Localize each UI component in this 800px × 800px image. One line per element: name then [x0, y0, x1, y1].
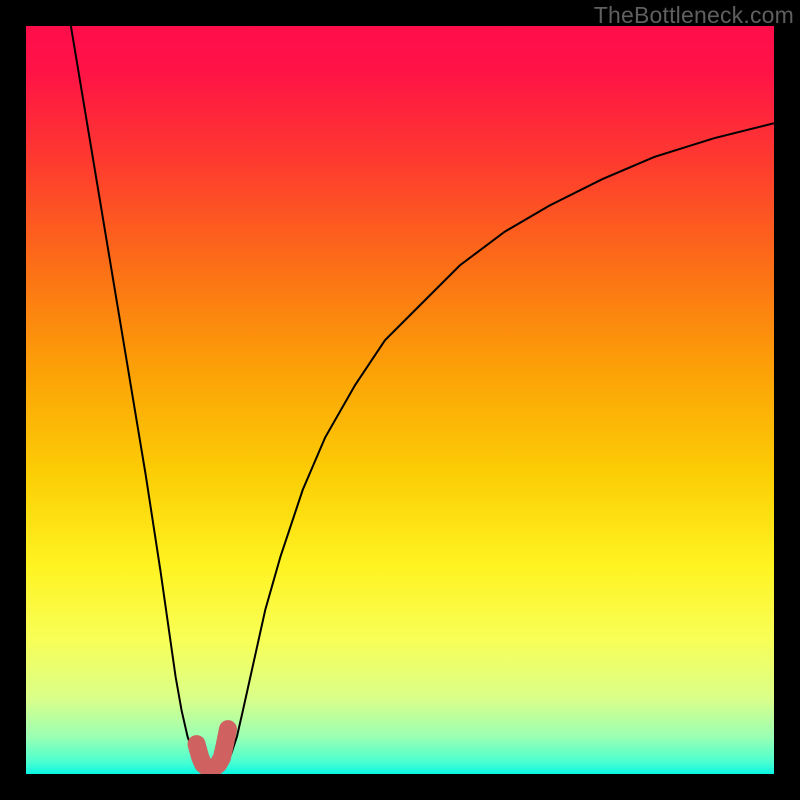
- plot-area: [26, 26, 774, 774]
- gradient-background: [26, 26, 774, 774]
- chart-svg: [26, 26, 774, 774]
- chart-container: TheBottleneck.com: [0, 0, 800, 800]
- watermark-text: TheBottleneck.com: [594, 2, 794, 29]
